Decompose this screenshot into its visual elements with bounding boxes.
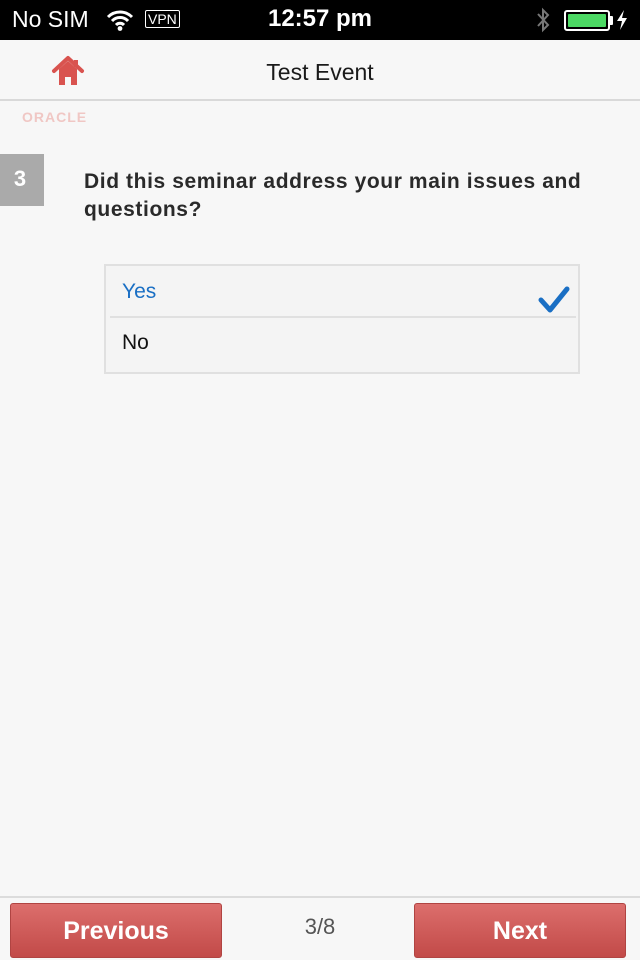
option-yes[interactable]: Yes <box>110 266 576 318</box>
battery-level <box>568 14 606 27</box>
footer: Previous 3/8 Next <box>0 896 640 960</box>
option-no[interactable]: No <box>110 320 576 372</box>
checkmark-icon <box>538 286 570 319</box>
bluetooth-icon <box>535 7 551 38</box>
option-label: Yes <box>122 280 157 303</box>
next-button[interactable]: Next <box>414 903 626 958</box>
option-label: No <box>122 331 149 354</box>
battery-icon <box>564 10 610 31</box>
page-title: Test Event <box>266 59 374 85</box>
question-text: Did this seminar address your main issue… <box>84 170 582 221</box>
header: Test Event <box>0 40 640 101</box>
question-number-badge: 3 <box>0 154 44 206</box>
charging-icon <box>616 9 628 36</box>
screen: No SIM VPN 12:57 pm Test Event ORACLE 3 … <box>0 0 640 960</box>
battery-tip <box>610 16 613 25</box>
status-bar: No SIM VPN 12:57 pm <box>0 0 640 40</box>
answer-options-list: Yes No <box>104 264 580 374</box>
oracle-logo: ORACLE <box>22 109 88 125</box>
